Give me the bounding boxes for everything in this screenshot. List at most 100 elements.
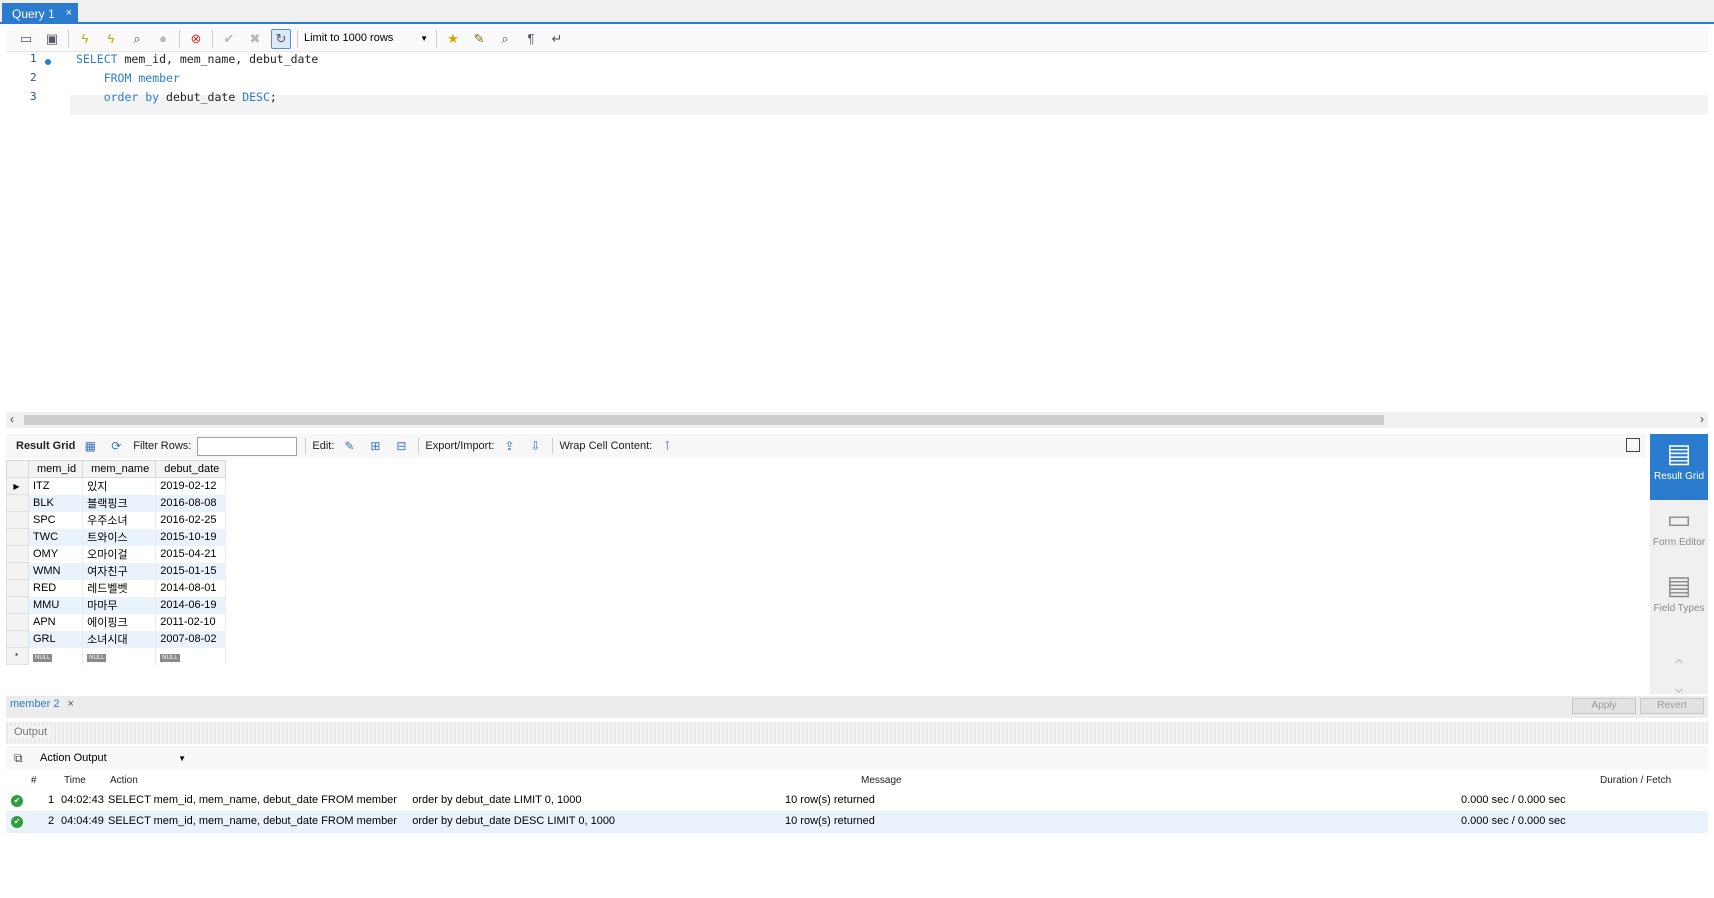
table-cell[interactable]: 2015-10-19 (155, 528, 227, 546)
table-cell[interactable]: NULL (155, 647, 227, 665)
tab-query-1[interactable]: Query 1 × (2, 3, 78, 24)
table-row[interactable]: APN 에이핑크 2011-02-10 (6, 613, 227, 631)
grid-options-icon[interactable]: ▦ (81, 437, 99, 455)
code-line-1[interactable]: SELECT mem_id, mem_name, debut_date (76, 52, 318, 66)
output-row[interactable]: ✔ 2 04:04:49 SELECT mem_id, mem_name, debut… (6, 811, 1708, 833)
table-cell[interactable]: 2015-04-21 (155, 545, 227, 563)
close-tab-icon[interactable]: × (66, 7, 72, 19)
autocommit-icon[interactable]: ↻ (271, 28, 291, 49)
table-cell[interactable]: 마마무 (82, 596, 157, 614)
table-cell[interactable]: SPC (28, 511, 84, 529)
export-icon[interactable]: ⇪ (500, 437, 518, 455)
table-row[interactable]: OMY 오마이걸 2015-04-21 (6, 545, 227, 563)
side-tab-field-types[interactable]: ▤ Field Types (1650, 568, 1708, 630)
close-tab-icon[interactable]: × (68, 698, 74, 710)
table-cell[interactable]: GRL (28, 630, 84, 648)
table-row[interactable]: RED 레드벨벳 2014-08-01 (6, 579, 227, 597)
table-cell[interactable]: 에이핑크 (82, 613, 157, 631)
new-row[interactable]: * NULL NULL NULL (6, 647, 227, 665)
table-cell[interactable]: 우주소녀 (82, 511, 157, 529)
table-cell[interactable]: WMN (28, 562, 84, 580)
execute-icon[interactable]: ϟ (75, 29, 95, 49)
row-header[interactable] (6, 579, 29, 597)
find-icon[interactable]: ⌕ (495, 29, 515, 49)
limit-rows-select[interactable]: Limit to 1000 rows ▼ (304, 29, 430, 49)
table-row[interactable]: BLK 블랙핑크 2016-08-08 (6, 494, 227, 512)
stop-icon[interactable]: ● (153, 29, 173, 49)
tab-member-2[interactable]: member 2 × (10, 698, 74, 710)
row-header[interactable] (6, 596, 29, 614)
bookmark-icon[interactable]: ★ (443, 29, 463, 49)
filter-rows-input[interactable] (197, 436, 298, 456)
table-row[interactable]: GRL 소녀시대 2007-08-02 (6, 630, 227, 648)
table-cell[interactable]: 블랙핑크 (82, 494, 157, 512)
code-line-3[interactable]: order by debut_date DESC; (76, 90, 277, 104)
table-cell[interactable]: 2015-01-15 (155, 562, 227, 580)
apply-button[interactable]: Apply (1572, 698, 1636, 714)
side-tab-form-editor[interactable]: ▭ Form Editor (1650, 502, 1708, 564)
table-cell[interactable]: NULL (82, 647, 157, 665)
wrap-cell-icon[interactable]: ⊺ (658, 437, 676, 455)
toggle-error-icon[interactable]: ⊗ (186, 29, 206, 49)
commit-icon[interactable]: ✔ (219, 29, 239, 49)
table-cell[interactable]: APN (28, 613, 84, 631)
beautify-icon[interactable]: ✎ (469, 29, 489, 49)
import-icon[interactable]: ⇩ (526, 437, 544, 455)
table-cell[interactable]: 오마이걸 (82, 545, 157, 563)
table-cell[interactable]: BLK (28, 494, 84, 512)
code-line-2[interactable]: FROM member (76, 71, 180, 85)
delete-row-icon[interactable]: ⊟ (392, 437, 410, 455)
open-file-icon[interactable]: ▭ (16, 29, 36, 49)
scrollbar-thumb[interactable] (24, 415, 1384, 425)
table-cell[interactable]: 2016-02-25 (155, 511, 227, 529)
row-header[interactable] (6, 511, 29, 529)
table-cell[interactable]: 2007-08-02 (155, 630, 227, 648)
table-cell[interactable]: OMY (28, 545, 84, 563)
save-icon[interactable]: ▣ (42, 29, 62, 49)
table-cell[interactable]: 2019-02-12 (155, 477, 227, 495)
row-header[interactable] (6, 545, 29, 563)
table-cell[interactable]: RED (28, 579, 84, 597)
row-header[interactable]: ▶ (6, 477, 29, 495)
table-cell[interactable]: TWC (28, 528, 84, 546)
rollback-icon[interactable]: ✖ (245, 29, 265, 49)
toggle-side-panel-icon[interactable] (1626, 438, 1640, 452)
column-header[interactable]: mem_name (82, 460, 157, 478)
output-row[interactable]: ✔ 1 04:02:43 SELECT mem_id, mem_name, debut… (6, 790, 1708, 812)
table-cell[interactable]: 있지 (82, 477, 157, 495)
add-row-icon[interactable]: ⊞ (366, 437, 384, 455)
table-cell[interactable]: NULL (28, 647, 84, 665)
revert-button[interactable]: Revert (1640, 698, 1704, 714)
panel-scroll-icon[interactable]: ⌃ ⌄ (1650, 656, 1708, 697)
table-row[interactable]: TWC 트와이스 2015-10-19 (6, 528, 227, 546)
table-row[interactable]: SPC 우주소녀 2016-02-25 (6, 511, 227, 529)
row-header[interactable] (6, 528, 29, 546)
scroll-right-icon[interactable]: › (1700, 412, 1704, 426)
table-cell[interactable]: MMU (28, 596, 84, 614)
row-header[interactable] (6, 494, 29, 512)
table-cell[interactable]: 2014-08-01 (155, 579, 227, 597)
output-type-select[interactable]: Action Output ▼ (36, 750, 188, 767)
table-cell[interactable]: 트와이스 (82, 528, 157, 546)
explain-icon[interactable]: ⌕ (127, 29, 147, 49)
edit-row-icon[interactable]: ✎ (340, 437, 358, 455)
table-cell[interactable]: 2011-02-10 (155, 613, 227, 631)
refresh-icon[interactable]: ⟳ (107, 437, 125, 455)
side-tab-result-grid[interactable]: ▤ Result Grid (1650, 434, 1708, 500)
copy-icon[interactable]: ⧉ (14, 751, 23, 766)
table-row[interactable]: MMU 마마무 2014-06-19 (6, 596, 227, 614)
table-cell[interactable]: ITZ (28, 477, 84, 495)
editor-horizontal-scrollbar[interactable]: ‹ › (6, 412, 1708, 428)
column-header[interactable]: debut_date (155, 460, 227, 478)
row-header[interactable] (6, 630, 29, 648)
column-header[interactable]: mem_id (27, 460, 84, 478)
table-cell[interactable]: 2016-08-08 (155, 494, 227, 512)
row-header[interactable] (6, 562, 29, 580)
table-row[interactable]: WMN 여자친구 2015-01-15 (6, 562, 227, 580)
execute-current-icon[interactable]: ϟ (101, 29, 121, 49)
table-cell[interactable]: 2014-06-19 (155, 596, 227, 614)
sql-editor[interactable]: 1 2 3 SELECT mem_id, mem_name, debut_dat… (6, 52, 1708, 410)
wrap-icon[interactable]: ↵ (547, 29, 567, 49)
row-header[interactable] (6, 613, 29, 631)
table-cell[interactable]: 소녀시대 (82, 630, 157, 648)
